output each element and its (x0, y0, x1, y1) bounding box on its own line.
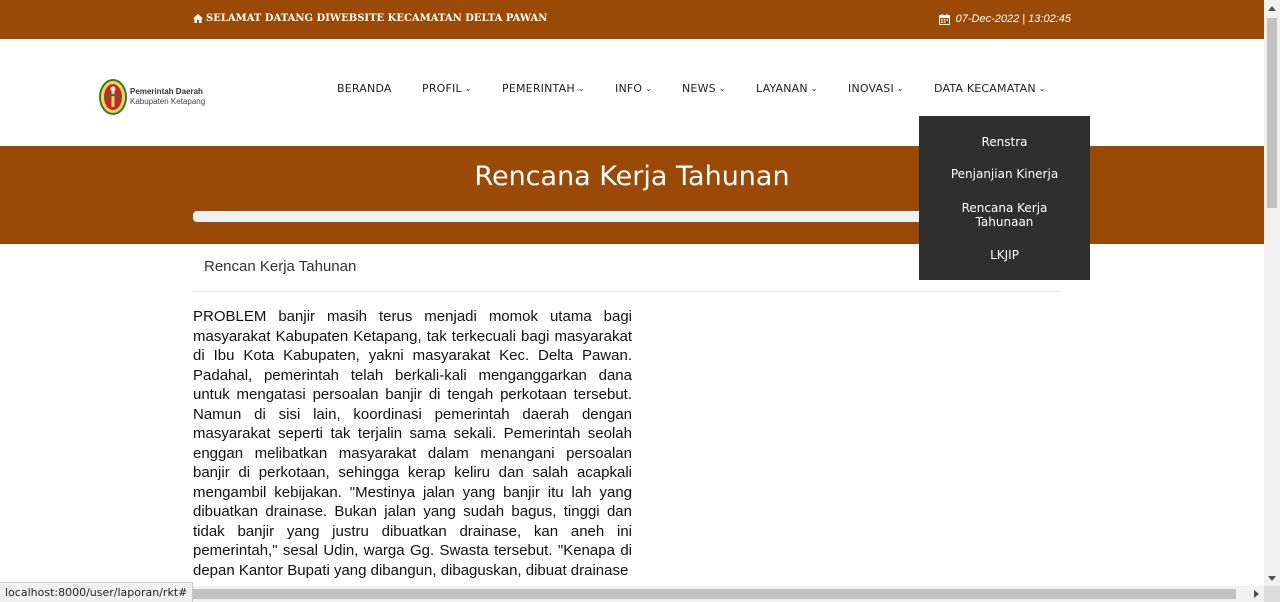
dropdown-item-lkjip[interactable]: LKJIP (919, 248, 1090, 262)
dropdown-item-penjanjian-kinerja[interactable]: Penjanjian Kinerja (919, 167, 1090, 181)
article-body: PROBLEM banjir masih terus menjadi momok… (193, 308, 632, 579)
nav-inovasi[interactable]: INOVASI ⌄ (848, 82, 904, 95)
logo-subtitle: Kabupaten Ketapang (130, 97, 206, 106)
chevron-down-icon: ⌄ (896, 84, 904, 93)
nav-profil[interactable]: PROFIL ⌄ (422, 82, 472, 95)
datetime-display: 07-Dec-2022 | 13:02:45 (938, 13, 1071, 25)
home-icon (193, 14, 203, 23)
logo-title: Pemerintah Daerah (130, 87, 203, 96)
scroll-right-icon[interactable] (1248, 586, 1264, 602)
datetime-text: 07-Dec-2022 | 13:02:45 (955, 13, 1071, 25)
vertical-scrollbar[interactable] (1264, 0, 1280, 586)
status-url: localhost:8000/user/laporan/rkt# (0, 582, 194, 602)
nav-info[interactable]: INFO ⌄ (615, 82, 652, 95)
nav-data-kecamatan[interactable]: DATA KECAMATAN ⌄ (934, 82, 1046, 95)
dropdown-item-rencana-kerja-tahunaan[interactable]: Rencana Kerja Tahunaan (919, 201, 1090, 229)
welcome-message: SELAMAT DATANG DIWEBSITE KECAMATAN DELTA… (193, 13, 547, 24)
data-kecamatan-dropdown: Renstra Penjanjian Kinerja Rencana Kerja… (919, 116, 1090, 280)
vertical-scroll-thumb[interactable] (1267, 18, 1277, 208)
scroll-up-icon[interactable] (1264, 0, 1280, 16)
welcome-text: SELAMAT DATANG DIWEBSITE KECAMATAN DELTA… (206, 13, 548, 24)
nav-layanan[interactable]: LAYANAN ⌄ (756, 82, 818, 95)
chevron-down-icon: ⌄ (718, 84, 726, 93)
scrollbar-corner (1264, 586, 1280, 602)
scroll-down-icon[interactable] (1264, 570, 1280, 586)
site-logo[interactable]: Pemerintah Daerah Kabupaten Ketapang (99, 79, 205, 115)
chevron-down-icon: ⌄ (645, 84, 653, 93)
section-heading: Rencan Kerja Tahunan (204, 258, 357, 275)
chevron-down-icon: ⌄ (810, 84, 818, 93)
ketapang-emblem-icon (99, 79, 127, 115)
nav-pemerintah[interactable]: PEMERINTAH ⌄ (502, 82, 585, 95)
horizontal-scroll-thumb[interactable] (186, 589, 1236, 599)
top-bar: SELAMAT DATANG DIWEBSITE KECAMATAN DELTA… (0, 0, 1264, 39)
chevron-down-icon: ⌄ (577, 84, 585, 93)
chevron-down-icon: ⌄ (1038, 84, 1046, 93)
dropdown-item-renstra[interactable]: Renstra (919, 135, 1090, 149)
calendar-icon (938, 13, 950, 25)
divider (193, 291, 1061, 292)
chevron-down-icon: ⌄ (464, 84, 472, 93)
nav-news[interactable]: NEWS ⌄ (682, 82, 726, 95)
nav-beranda[interactable]: BERANDA (337, 82, 392, 95)
